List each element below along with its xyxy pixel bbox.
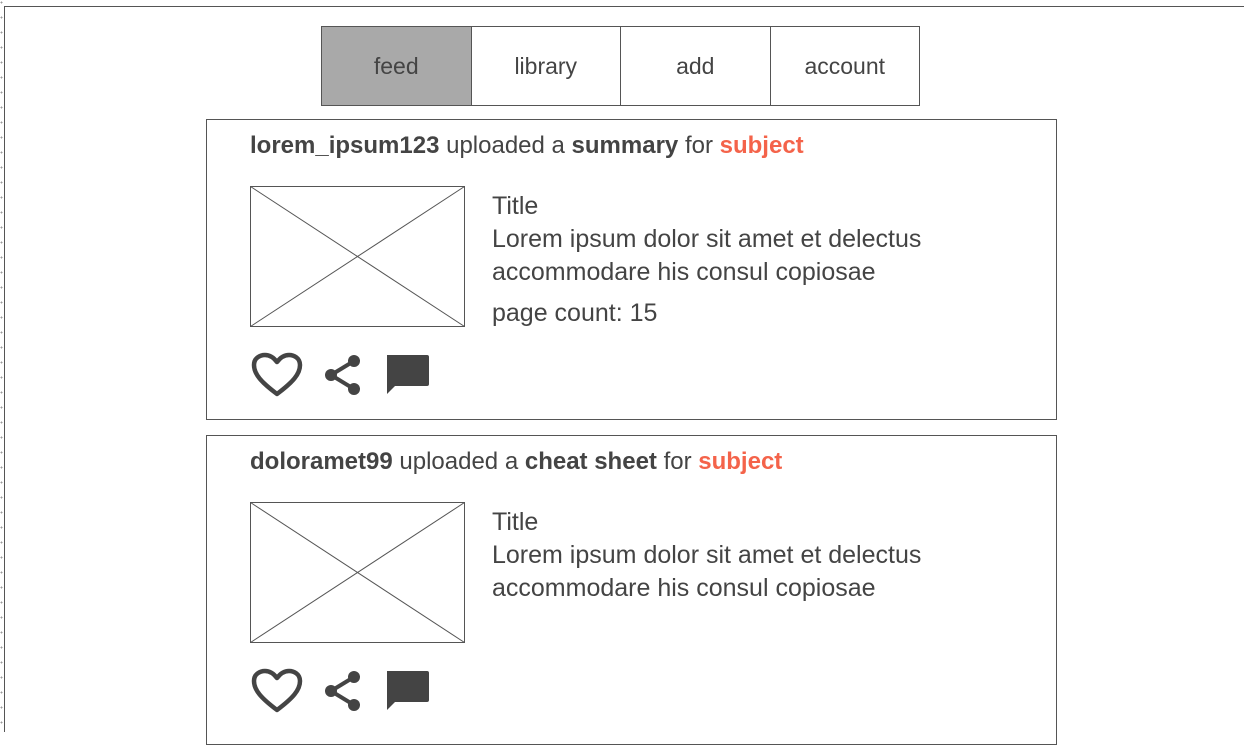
comment-icon[interactable] [383, 352, 431, 398]
feed-card-headline: doloramet99 uploaded a cheat sheet for s… [250, 448, 782, 476]
summary-info: Title Lorem ipsum dolor sit amet et dele… [492, 190, 1032, 330]
comment-icon[interactable] [383, 668, 431, 714]
content-type: cheat sheet [524, 448, 657, 475]
feed-card: lorem_ipsum123 uploaded a summary for su… [206, 119, 1057, 420]
subject-link[interactable]: subject [720, 132, 804, 159]
heart-icon[interactable] [251, 352, 303, 398]
tab-library[interactable]: library [472, 27, 621, 105]
share-icon[interactable] [321, 669, 365, 713]
for-text: for [684, 132, 713, 159]
tab-feed[interactable]: feed [322, 27, 472, 105]
action-text: uploaded a [399, 448, 519, 475]
item-description: Lorem ipsum dolor sit amet et delectus a… [492, 225, 922, 286]
username-link[interactable]: lorem_ipsum123 [250, 132, 439, 159]
summary-info: Title Lorem ipsum dolor sit amet et dele… [492, 506, 1032, 605]
top-nav: feed library add account [321, 26, 920, 106]
page-count: page count: 15 [492, 299, 658, 327]
thumbnail-placeholder[interactable] [250, 186, 465, 327]
username-link[interactable]: doloramet99 [250, 448, 393, 475]
tab-account[interactable]: account [771, 27, 920, 105]
tab-add[interactable]: add [621, 27, 771, 105]
action-text: uploaded a [446, 132, 565, 159]
item-title[interactable]: Title [492, 190, 1032, 223]
share-icon[interactable] [321, 353, 365, 397]
item-title[interactable]: Title [492, 506, 1032, 539]
feed-card: doloramet99 uploaded a cheat sheet for s… [206, 435, 1057, 745]
thumbnail-placeholder[interactable] [250, 502, 465, 643]
for-text: for [663, 448, 692, 475]
card-actions [251, 668, 431, 714]
content-type: summary [571, 132, 679, 159]
item-description: Lorem ipsum dolor sit amet et delectus a… [492, 541, 922, 602]
feed-card-headline: lorem_ipsum123 uploaded a summary for su… [250, 132, 804, 160]
subject-link[interactable]: subject [698, 448, 782, 475]
canvas-edge-dots [0, 0, 3, 732]
card-actions [251, 352, 431, 398]
heart-icon[interactable] [251, 668, 303, 714]
